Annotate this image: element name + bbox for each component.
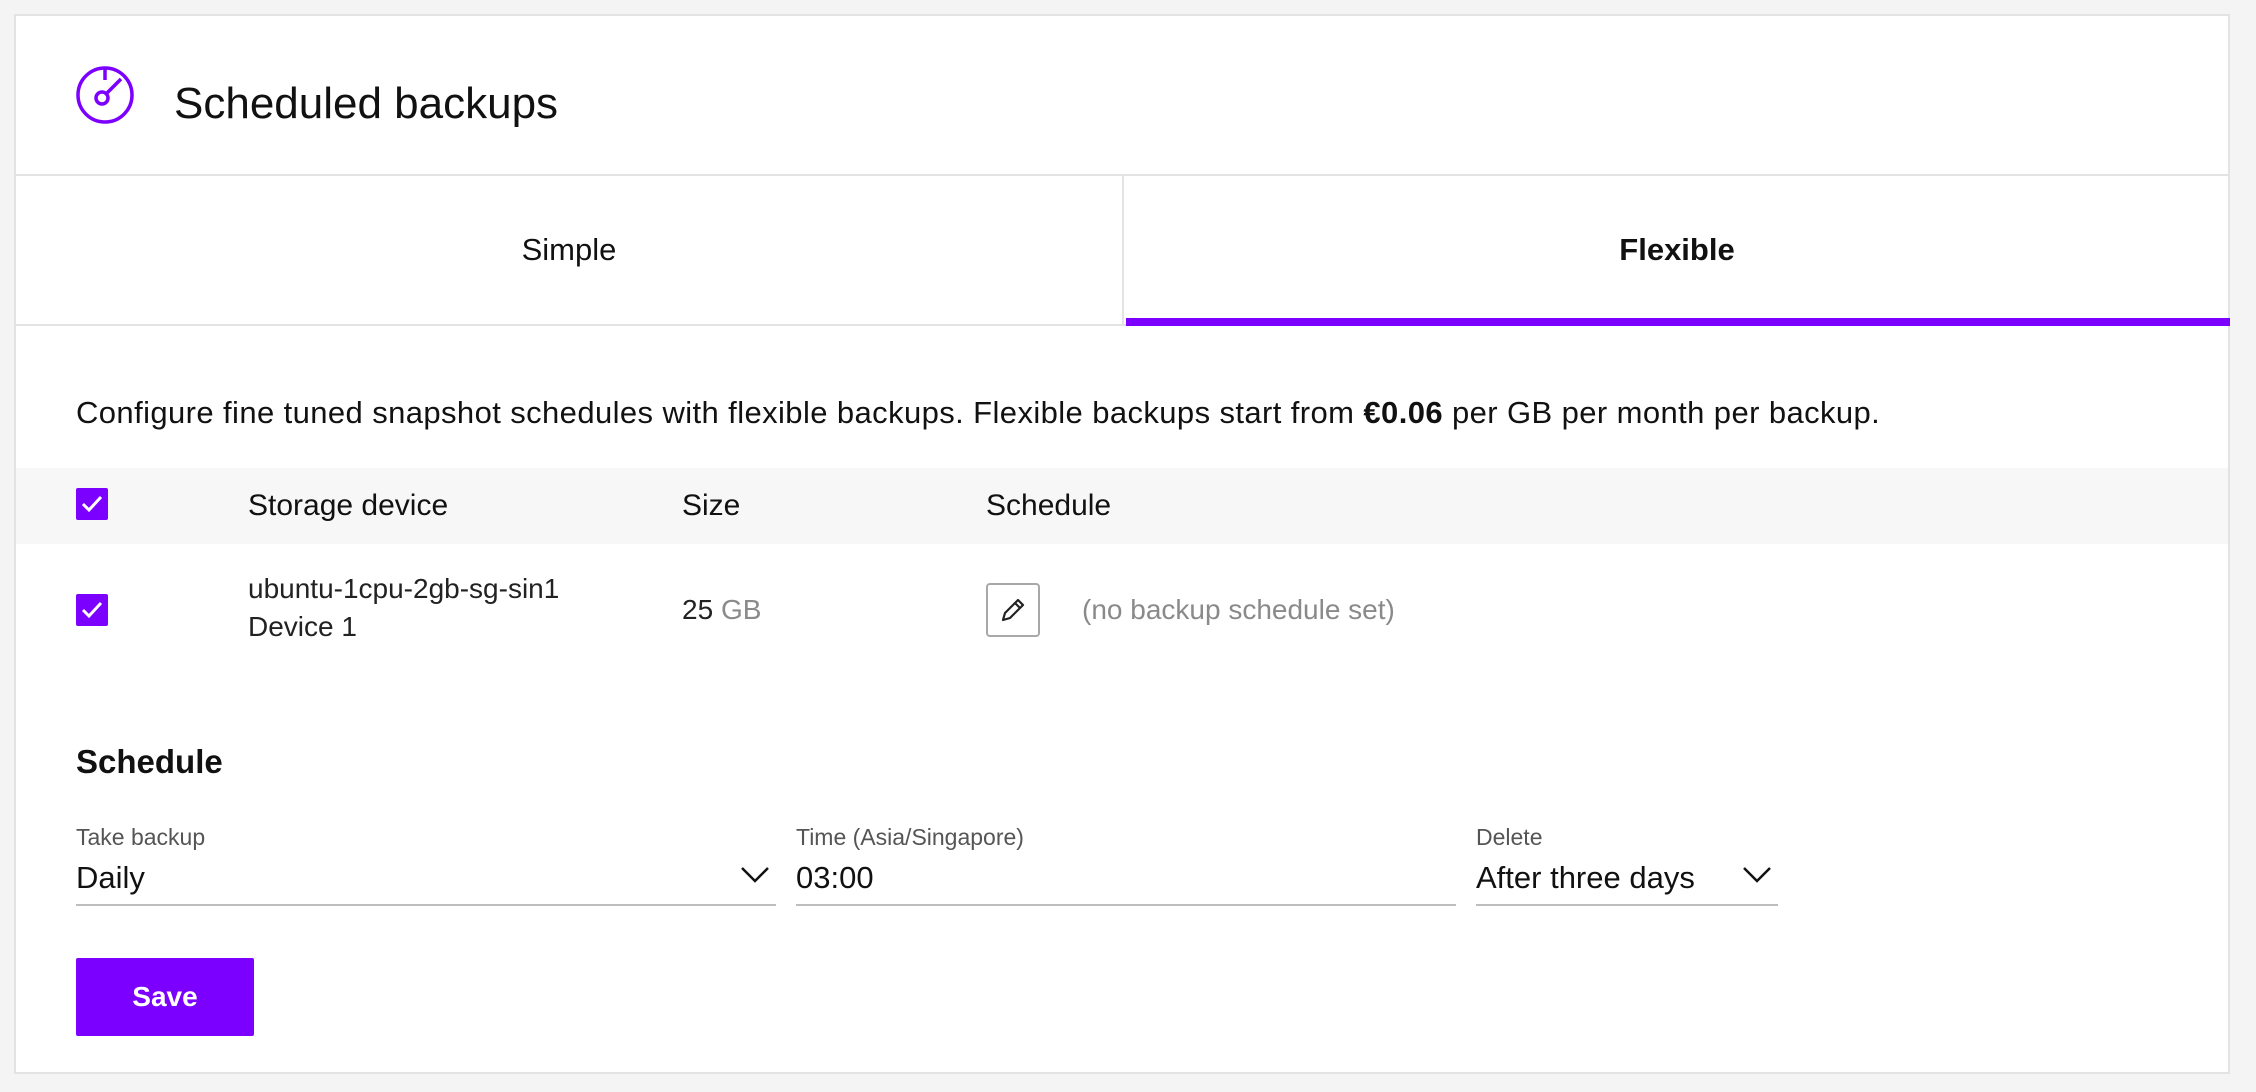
checkmark-icon (81, 601, 103, 619)
save-button[interactable]: Save (76, 958, 254, 1036)
schedule-status: (no backup schedule set) (1082, 594, 1395, 625)
device-size: 25 GB (682, 591, 761, 629)
active-tab-indicator (1126, 318, 2230, 326)
take-backup-select[interactable]: Daily (76, 856, 776, 906)
page-title: Scheduled backups (174, 79, 559, 128)
description-text: Configure fine tuned snapshot schedules … (76, 395, 1364, 430)
size-value: 25 (682, 594, 714, 625)
delete-value: After three days (1476, 860, 1695, 895)
tab-simple[interactable]: Simple (16, 176, 1124, 324)
table-header: Storage device Size Schedule (16, 468, 2228, 544)
flexible-description: Configure fine tuned snapshot schedules … (76, 391, 1880, 435)
take-backup-label: Take backup (76, 824, 206, 850)
price-highlight: €0.06 (1363, 395, 1443, 430)
take-backup-value: Daily (76, 860, 145, 895)
edit-schedule-button[interactable] (986, 583, 1040, 637)
chevron-down-icon (741, 867, 769, 883)
backup-mode-tabs: Simple Flexible (16, 176, 2228, 326)
backup-disc-icon (76, 66, 134, 124)
pencil-icon (1001, 598, 1025, 622)
chevron-down-icon (1743, 867, 1771, 883)
size-unit: GB (720, 594, 762, 625)
delete-label: Delete (1476, 824, 1543, 850)
time-label: Time (Asia/Singapore) (796, 824, 1024, 850)
checkmark-icon (81, 495, 103, 513)
time-value: 03:00 (796, 860, 874, 895)
delete-select[interactable]: After three days (1476, 856, 1778, 906)
time-input[interactable]: 03:00 (796, 856, 1456, 906)
description-suffix: per GB per month per backup. (1442, 395, 1881, 430)
schedule-section-title: Schedule (76, 743, 223, 780)
select-all-checkbox[interactable] (76, 488, 108, 520)
card-header: Scheduled backups (16, 16, 2228, 176)
column-header-size: Size (682, 489, 741, 522)
scheduled-backups-card: Scheduled backups Simple Flexible Config… (14, 14, 2230, 1074)
column-header-schedule: Schedule (986, 489, 1112, 522)
column-header-storage-device: Storage device (248, 489, 449, 522)
storage-device-name: ubuntu-1cpu-2gb-sg-sin1 Device 1 (248, 573, 560, 642)
row-checkbox[interactable] (76, 594, 108, 626)
tab-flexible[interactable]: Flexible (1124, 176, 2230, 324)
